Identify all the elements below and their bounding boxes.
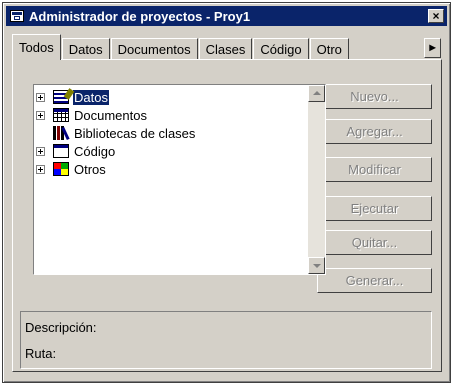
tab-panel: Datos Documentos Bibliotecas de clases C… [12,59,442,372]
scroll-up-button[interactable] [308,85,325,102]
expand-icon[interactable] [36,110,45,120]
arrow-down-icon [313,264,321,268]
tree-item-datos[interactable]: Datos [34,88,308,106]
documents-icon [53,108,69,122]
expand-icon[interactable] [36,146,45,156]
window-title: Administrador de proyectos - Proy1 [29,8,251,24]
project-window-icon [10,10,24,22]
tab-codigo[interactable]: Código [253,38,309,60]
database-icon [53,90,69,104]
tab-scroll-icon: ▸ [429,40,436,54]
expand-icon[interactable] [36,164,45,174]
tree-item-otros[interactable]: Otros [34,160,308,178]
tree-item-documentos[interactable]: Documentos [34,106,308,124]
title-bar[interactable]: Administrador de proyectos - Proy1 × [6,6,447,26]
class-libraries-icon [53,126,69,140]
tree-list: Datos Documentos Bibliotecas de clases C… [34,85,308,274]
tab-datos[interactable]: Datos [61,38,110,60]
expand-icon[interactable] [36,92,45,102]
tab-otro[interactable]: Otro [309,38,349,60]
project-tree[interactable]: Datos Documentos Bibliotecas de clases C… [33,84,326,275]
tree-item-codigo[interactable]: Código [34,142,308,160]
tree-item-label: Bibliotecas de clases [74,125,196,141]
code-icon [53,144,69,158]
tab-strip: Todos Datos Documentos Clases Código Otr… [12,34,350,60]
tab-todos[interactable]: Todos [12,34,61,60]
tab-clases[interactable]: Clases [198,38,253,60]
tab-documentos[interactable]: Documentos [110,38,198,60]
tree-scrollbar[interactable] [308,85,325,274]
tree-item-label: Código [74,143,116,159]
close-button[interactable]: × [428,9,444,23]
tree-item-bibliotecas[interactable]: Bibliotecas de clases [34,124,308,142]
tree-item-label: Datos [73,89,109,105]
tree-item-label: Otros [74,161,106,177]
tree-item-label: Documentos [74,107,147,123]
scroll-down-button[interactable] [308,257,325,274]
other-icon [53,162,69,176]
close-icon: × [432,9,440,23]
arrow-up-icon [313,91,321,95]
tab-scroll-button[interactable]: ▸ [424,38,441,58]
